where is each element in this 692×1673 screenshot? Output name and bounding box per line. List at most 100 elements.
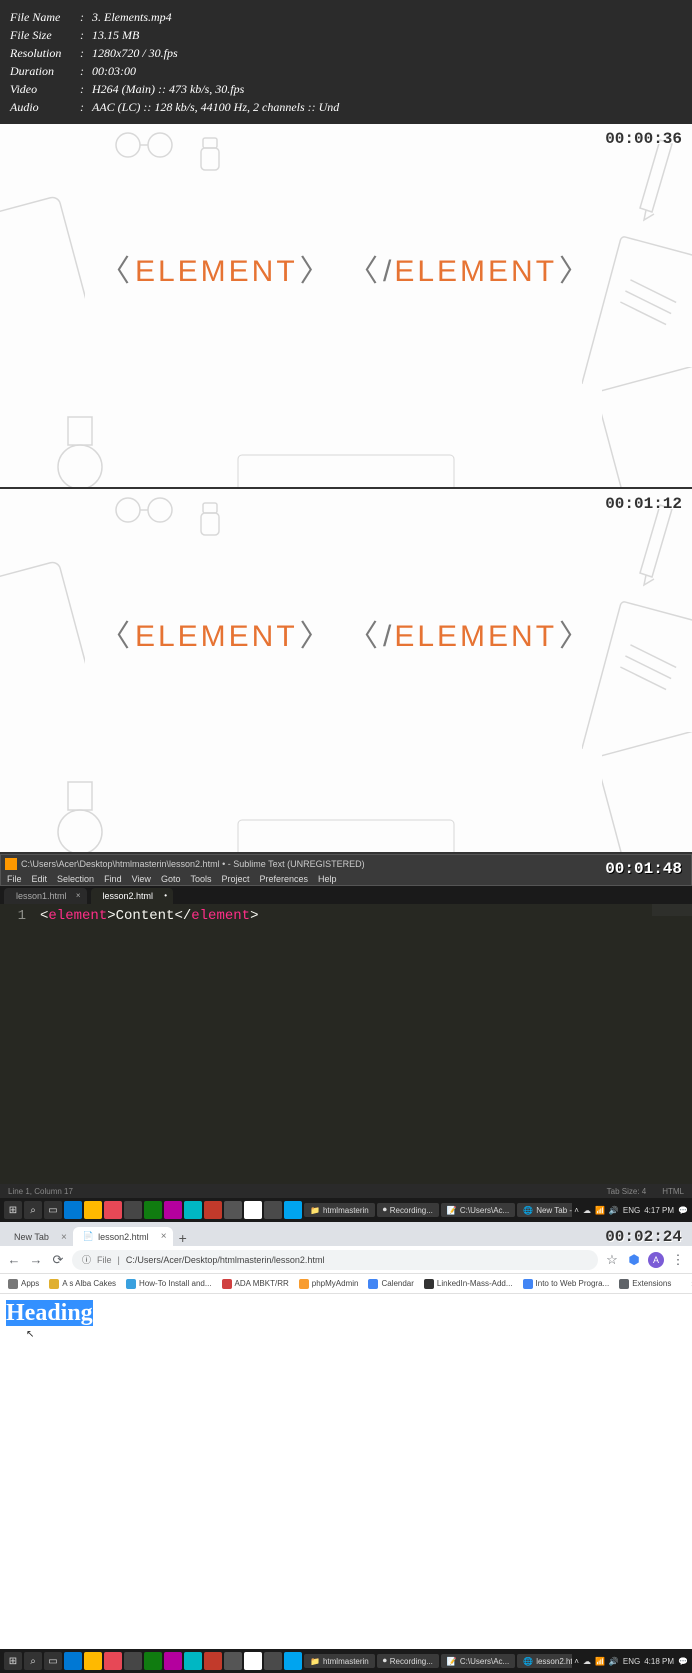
notifications-icon[interactable]: 💬 xyxy=(678,1206,688,1215)
tray-icon[interactable]: ☁ xyxy=(583,1206,591,1215)
page-heading-selected[interactable]: Heading xyxy=(6,1300,93,1326)
profile-avatar[interactable]: A xyxy=(648,1252,664,1268)
tray-clock[interactable]: 4:17 PM xyxy=(644,1206,674,1215)
close-icon[interactable]: × xyxy=(76,891,81,900)
menu-goto[interactable]: Goto xyxy=(161,874,181,884)
editor-tab-lesson1[interactable]: lesson1.html× xyxy=(4,888,87,904)
forward-button[interactable]: → xyxy=(28,1252,44,1267)
pinned-app[interactable] xyxy=(244,1652,262,1670)
browser-tab-newtab[interactable]: New Tab× xyxy=(4,1228,73,1246)
menu-file[interactable]: File xyxy=(7,874,22,884)
task-view-icon[interactable]: ▭ xyxy=(44,1201,62,1219)
start-button[interactable]: ⊞ xyxy=(4,1201,22,1219)
pinned-app[interactable] xyxy=(264,1652,282,1670)
system-tray[interactable]: ˄ ☁ 📶 🔊 ENG 4:17 PM 💬 xyxy=(574,1206,688,1215)
tray-volume-icon[interactable]: 🔊 xyxy=(609,1206,619,1215)
start-button[interactable]: ⊞ xyxy=(4,1652,22,1670)
search-icon[interactable]: ⌕ xyxy=(24,1652,42,1670)
pinned-app[interactable] xyxy=(204,1201,222,1219)
taskbar-item[interactable]: 🌐 New Tab - G... xyxy=(517,1203,572,1217)
search-icon[interactable]: ⌕ xyxy=(24,1201,42,1219)
address-bar[interactable]: ⓘ File | C:/Users/Acer/Desktop/htmlmaste… xyxy=(72,1250,598,1270)
menu-help[interactable]: Help xyxy=(318,874,337,884)
apps-button[interactable]: Apps xyxy=(8,1279,39,1289)
task-view-icon[interactable]: ▭ xyxy=(44,1652,62,1670)
menu-view[interactable]: View xyxy=(132,874,151,884)
pinned-app[interactable] xyxy=(204,1652,222,1670)
pinned-app[interactable] xyxy=(64,1201,82,1219)
editor-tab-lesson2[interactable]: lesson2.html• xyxy=(91,888,174,904)
pinned-app[interactable] xyxy=(144,1201,162,1219)
new-tab-button[interactable]: + xyxy=(173,1230,193,1246)
menu-edit[interactable]: Edit xyxy=(32,874,48,884)
menu-project[interactable]: Project xyxy=(221,874,249,884)
status-language[interactable]: HTML xyxy=(662,1187,684,1196)
extension-icon[interactable]: ⬢ xyxy=(626,1252,642,1268)
sublime-editor[interactable]: 1 <element>Content</element> xyxy=(0,904,692,1184)
bookmark-item[interactable]: phpMyAdmin xyxy=(299,1279,359,1289)
pinned-app[interactable] xyxy=(224,1652,242,1670)
pinned-app[interactable] xyxy=(64,1652,82,1670)
sublime-titlebar[interactable]: C:\Users\Acer\Desktop\htmlmasterin\lesso… xyxy=(0,854,692,872)
sublime-minimap[interactable] xyxy=(652,904,692,916)
pinned-app[interactable] xyxy=(84,1652,102,1670)
close-icon[interactable]: × xyxy=(61,1232,67,1243)
menu-tools[interactable]: Tools xyxy=(190,874,211,884)
taskbar-item[interactable]: 🌐 lesson2.html... xyxy=(517,1654,572,1668)
taskbar-item[interactable]: ⏺ Recording... xyxy=(377,1203,439,1217)
pinned-app[interactable] xyxy=(264,1201,282,1219)
tray-icon[interactable]: ☁ xyxy=(583,1657,591,1666)
pinned-app[interactable] xyxy=(124,1652,142,1670)
system-tray[interactable]: ˄ ☁ 📶 🔊 ENG 4:18 PM 💬 xyxy=(574,1657,688,1666)
status-cursor-pos[interactable]: Line 1, Column 17 xyxy=(8,1187,73,1196)
bookmark-star-icon[interactable]: ☆ xyxy=(604,1252,620,1268)
notifications-icon[interactable]: 💬 xyxy=(678,1657,688,1666)
pinned-app[interactable] xyxy=(224,1201,242,1219)
close-icon[interactable]: • xyxy=(164,891,167,900)
pinned-app[interactable] xyxy=(124,1201,142,1219)
bookmark-item[interactable]: Calendar xyxy=(368,1279,413,1289)
pinned-app[interactable] xyxy=(284,1201,302,1219)
tray-chevron-icon[interactable]: ˄ xyxy=(574,1206,579,1215)
bookmark-icon xyxy=(126,1279,136,1289)
bookmark-item[interactable]: A s Alba Cakes xyxy=(49,1279,116,1289)
info-icon[interactable]: ⓘ xyxy=(82,1253,91,1266)
menu-selection[interactable]: Selection xyxy=(57,874,94,884)
pinned-app[interactable] xyxy=(144,1652,162,1670)
menu-find[interactable]: Find xyxy=(104,874,122,884)
tray-clock[interactable]: 4:18 PM xyxy=(644,1657,674,1666)
close-icon[interactable]: × xyxy=(161,1231,167,1242)
back-button[interactable]: ← xyxy=(6,1252,22,1267)
pinned-app[interactable] xyxy=(284,1652,302,1670)
pinned-app[interactable] xyxy=(164,1652,182,1670)
pinned-app[interactable] xyxy=(104,1201,122,1219)
tray-language[interactable]: ENG xyxy=(623,1657,640,1666)
pinned-app[interactable] xyxy=(184,1201,202,1219)
tray-chevron-icon[interactable]: ˄ xyxy=(574,1657,579,1666)
editor-content[interactable]: <element>Content</element> xyxy=(34,904,692,1184)
tray-wifi-icon[interactable]: 📶 xyxy=(595,1657,605,1666)
taskbar-item[interactable]: 📁 htmlmasterin xyxy=(304,1654,375,1668)
bookmark-item[interactable]: LinkedIn-Mass-Add... xyxy=(424,1279,513,1289)
pinned-app[interactable] xyxy=(84,1201,102,1219)
pinned-app[interactable] xyxy=(184,1652,202,1670)
menu-preferences[interactable]: Preferences xyxy=(259,874,308,884)
taskbar-item[interactable]: 📝 C:\Users\Ac... xyxy=(441,1654,515,1668)
bookmark-item[interactable]: How-To Install and... xyxy=(126,1279,211,1289)
taskbar-item[interactable]: 📝 C:\Users\Ac... xyxy=(441,1203,515,1217)
status-tabsize[interactable]: Tab Size: 4 xyxy=(607,1187,647,1196)
tray-language[interactable]: ENG xyxy=(623,1206,640,1215)
menu-button[interactable]: ⋮ xyxy=(670,1252,686,1268)
bookmark-item[interactable]: Into to Web Progra... xyxy=(523,1279,610,1289)
tray-volume-icon[interactable]: 🔊 xyxy=(609,1657,619,1666)
bookmark-item[interactable]: ADA MBKT/RR xyxy=(222,1279,289,1289)
pinned-app[interactable] xyxy=(244,1201,262,1219)
browser-tab-lesson2[interactable]: 📄lesson2.html× xyxy=(73,1227,173,1246)
taskbar-item[interactable]: ⏺ Recording... xyxy=(377,1654,439,1668)
tray-wifi-icon[interactable]: 📶 xyxy=(595,1206,605,1215)
reload-button[interactable]: ⟳ xyxy=(50,1252,66,1268)
pinned-app[interactable] xyxy=(164,1201,182,1219)
taskbar-item[interactable]: 📁 htmlmasterin xyxy=(304,1203,375,1217)
bookmark-item[interactable]: Extensions xyxy=(619,1279,671,1289)
pinned-app[interactable] xyxy=(104,1652,122,1670)
